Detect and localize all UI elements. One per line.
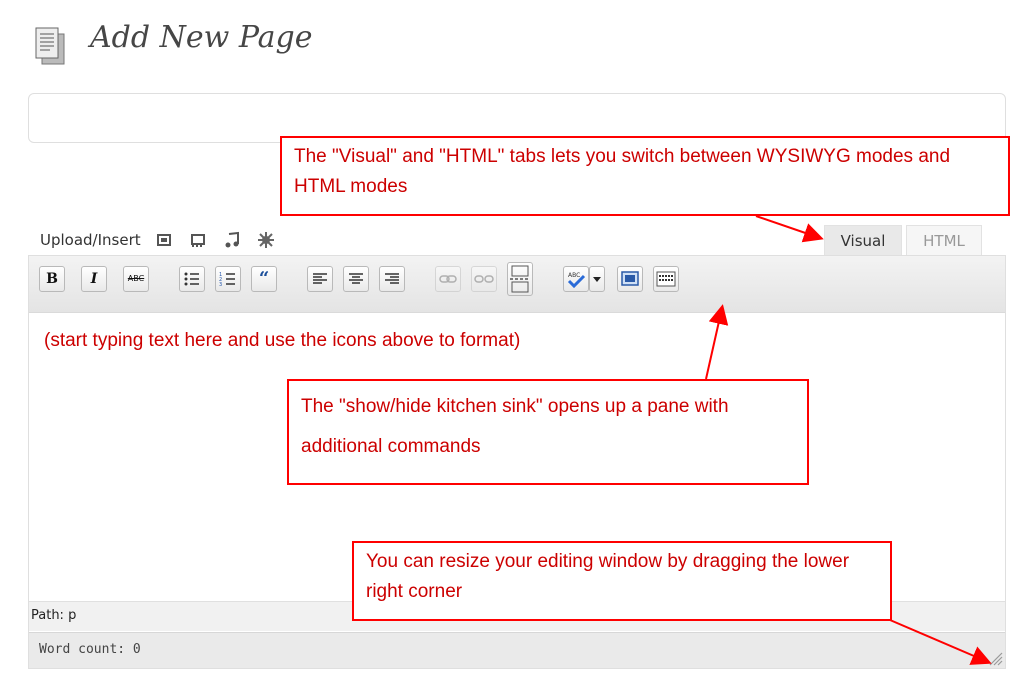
bold-button[interactable]: B: [39, 266, 65, 292]
page-icon: [34, 26, 66, 66]
spellcheck-icon: ABC: [567, 272, 586, 289]
resize-grip-icon[interactable]: [987, 650, 1003, 666]
fullscreen-button[interactable]: [617, 266, 643, 292]
kitchen-sink-button[interactable]: [653, 266, 679, 292]
unlink-icon: [474, 275, 494, 283]
media-icon[interactable]: [257, 231, 279, 249]
link-icon: [439, 275, 457, 283]
tab-visual[interactable]: Visual: [824, 225, 902, 255]
tab-html[interactable]: HTML: [906, 225, 982, 255]
align-center-icon: [349, 273, 363, 284]
svg-text:3: 3: [219, 282, 222, 288]
image-icon[interactable]: [155, 231, 177, 249]
word-count: Word count: 0: [29, 632, 1005, 668]
bullet-list-button[interactable]: [179, 266, 205, 292]
more-tag-icon: [510, 265, 530, 293]
numbered-list-button[interactable]: 123: [215, 266, 241, 292]
annotation-tabs: The "Visual" and "HTML" tabs lets you sw…: [280, 136, 1010, 216]
insert-more-button[interactable]: [507, 262, 533, 296]
align-right-button[interactable]: [379, 266, 405, 292]
kitchen-sink-icon: [656, 271, 676, 287]
svg-text:ABC: ABC: [568, 272, 580, 279]
annotation-resize: You can resize your editing window by dr…: [352, 541, 892, 621]
align-center-button[interactable]: [343, 266, 369, 292]
fullscreen-icon: [621, 271, 639, 286]
spellcheck-button[interactable]: ABC: [563, 266, 589, 292]
italic-button[interactable]: I: [81, 266, 107, 292]
audio-icon[interactable]: [223, 231, 245, 249]
spellcheck-dropdown[interactable]: [589, 266, 605, 292]
strikethrough-button[interactable]: ABC: [123, 266, 149, 292]
annotation-kitchen-sink: The "show/hide kitchen sink" opens up a …: [287, 379, 809, 485]
editor-hint: (start typing text here and use the icon…: [44, 330, 521, 351]
blockquote-button[interactable]: “: [251, 266, 277, 292]
video-icon[interactable]: [189, 231, 211, 249]
insert-link-button[interactable]: [435, 266, 461, 292]
page-title: Add New Page: [90, 20, 313, 55]
align-left-button[interactable]: [307, 266, 333, 292]
align-left-icon: [313, 273, 327, 284]
align-right-icon: [385, 273, 399, 284]
arrow-to-visual-tab: [755, 215, 824, 243]
editor-toolbar: B I ABC 123 “ ABC: [29, 256, 1005, 313]
unlink-button[interactable]: [471, 266, 497, 292]
bullet-list-icon: [184, 272, 199, 286]
upload-insert-label: Upload/Insert: [40, 231, 141, 249]
chevron-down-icon: [593, 277, 601, 282]
media-row: Upload/Insert: [40, 228, 291, 252]
numbered-list-icon: 123: [219, 272, 235, 288]
